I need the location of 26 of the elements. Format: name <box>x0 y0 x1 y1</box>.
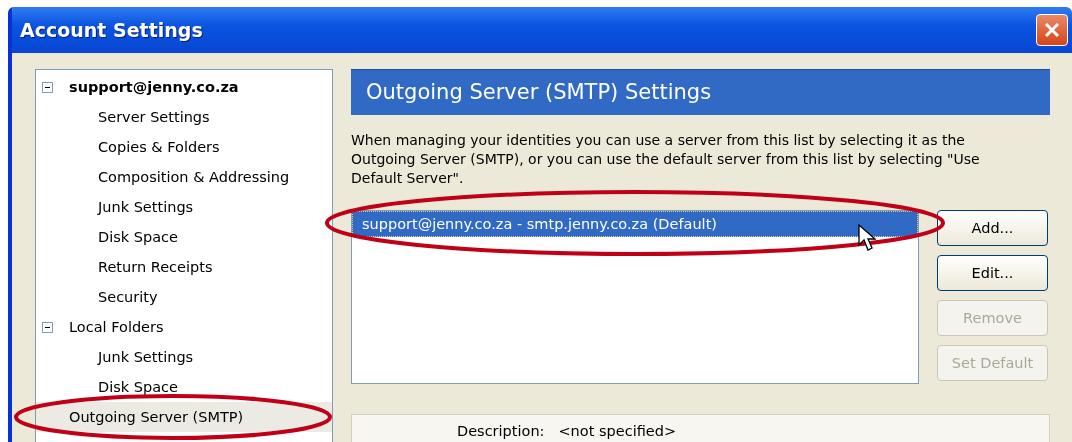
dialog-button[interactable]: Add... <box>937 210 1048 246</box>
server-list[interactable]: support@jenny.co.za - smtp.jenny.co.za (Default) <box>351 210 919 384</box>
collapse-icon[interactable] <box>42 321 53 333</box>
field-value: <not specified> <box>558 423 677 441</box>
field-label: Description: <box>457 423 545 441</box>
tree-item[interactable]: support@jenny.co.za <box>36 72 332 102</box>
tree-item[interactable]: Security <box>36 282 332 312</box>
close-icon <box>1042 20 1062 40</box>
tree-item[interactable]: Server Settings <box>36 102 332 132</box>
tree-item[interactable]: Disk Space <box>36 372 332 402</box>
tree-item[interactable]: Return Receipts <box>36 252 332 282</box>
window-title: Account Settings <box>20 19 203 41</box>
tree-item[interactable]: Junk Settings <box>36 342 332 372</box>
cursor-icon <box>858 224 876 252</box>
close-button[interactable] <box>1036 14 1068 46</box>
tree-item[interactable]: Composition & Addressing <box>36 162 332 192</box>
section-heading: Outgoing Server (SMTP) Settings <box>351 69 1050 115</box>
tree-item[interactable]: Copies & Folders <box>36 132 332 162</box>
server-item[interactable]: support@jenny.co.za - smtp.jenny.co.za (Default) <box>352 211 918 237</box>
tree-item[interactable]: Outgoing Server (SMTP) <box>36 402 332 432</box>
description-text: When managing your identities you can use a server from this list by selecting it as the Outgoing Server (SMTP), or you can use the default server from this list by selecting "Use Default Server". <box>351 131 981 188</box>
dialog-button[interactable]: Edit... <box>937 255 1048 291</box>
tree-item[interactable]: Disk Space <box>36 222 332 252</box>
collapse-icon[interactable] <box>42 81 53 93</box>
tree-item[interactable]: Local Folders <box>36 312 332 342</box>
tree-item[interactable]: Junk Settings <box>36 192 332 222</box>
